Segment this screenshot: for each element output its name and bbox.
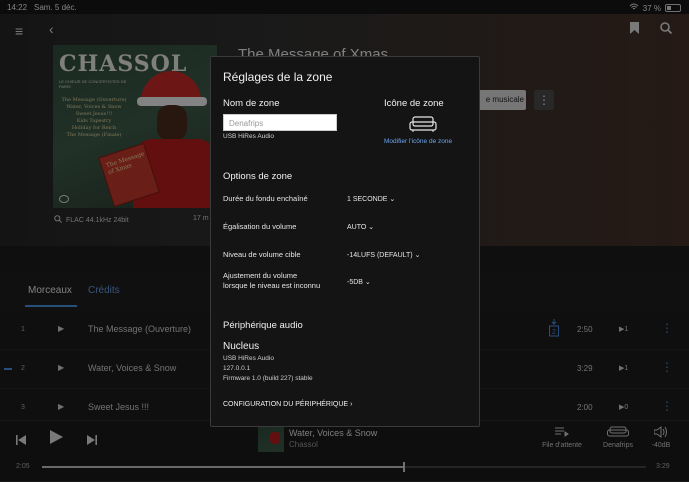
chevron-down-icon: ⌄ <box>364 279 371 286</box>
volume-adjust-label: Ajustement du volume lorsque le niveau e… <box>223 271 321 290</box>
chevron-down-icon: ⌄ <box>389 196 396 203</box>
device-config-link[interactable]: CONFIGURATION DU PÉRIPHÉRIQUE › <box>223 401 352 408</box>
device-line: Firmware 1.0 (build 227) stable <box>223 375 313 382</box>
volume-leveling-label: Égalisation du volume <box>223 222 297 231</box>
chevron-right-icon: › <box>350 401 353 408</box>
volume-leveling-select[interactable]: AUTO ⌄ <box>347 223 374 231</box>
crossfade-select[interactable]: 1 SECONDE ⌄ <box>347 195 395 203</box>
chevron-down-icon: ⌄ <box>368 224 375 231</box>
device-line: USB HiRes Audio <box>223 355 274 362</box>
audio-device-heading: Périphérique audio <box>223 320 303 331</box>
sofa-icon[interactable] <box>409 116 437 132</box>
zone-name-input[interactable]: Denafrips <box>223 114 337 131</box>
target-level-select[interactable]: -14LUFS (DEFAULT) ⌄ <box>347 251 420 259</box>
zone-icon-heading: Icône de zone <box>384 98 444 109</box>
zone-name-caption: USB HiRes Audio <box>223 133 274 140</box>
target-level-label: Niveau de volume cible <box>223 250 301 259</box>
dialog-title: Réglages de la zone <box>223 70 333 84</box>
device-line: 127.0.0.1 <box>223 365 251 372</box>
volume-adjust-select[interactable]: -5DB ⌄ <box>347 278 371 286</box>
chevron-down-icon: ⌄ <box>414 252 421 259</box>
device-name: Nucleus <box>223 341 260 352</box>
crossfade-label: Durée du fondu enchaîné <box>223 194 308 203</box>
zone-options-heading: Options de zone <box>223 171 293 182</box>
zone-name-heading: Nom de zone <box>223 98 280 109</box>
zone-settings-dialog: Réglages de la zone Nom de zone Denafrip… <box>210 56 480 427</box>
change-zone-icon-link[interactable]: Modifier l'icône de zone <box>384 138 452 145</box>
